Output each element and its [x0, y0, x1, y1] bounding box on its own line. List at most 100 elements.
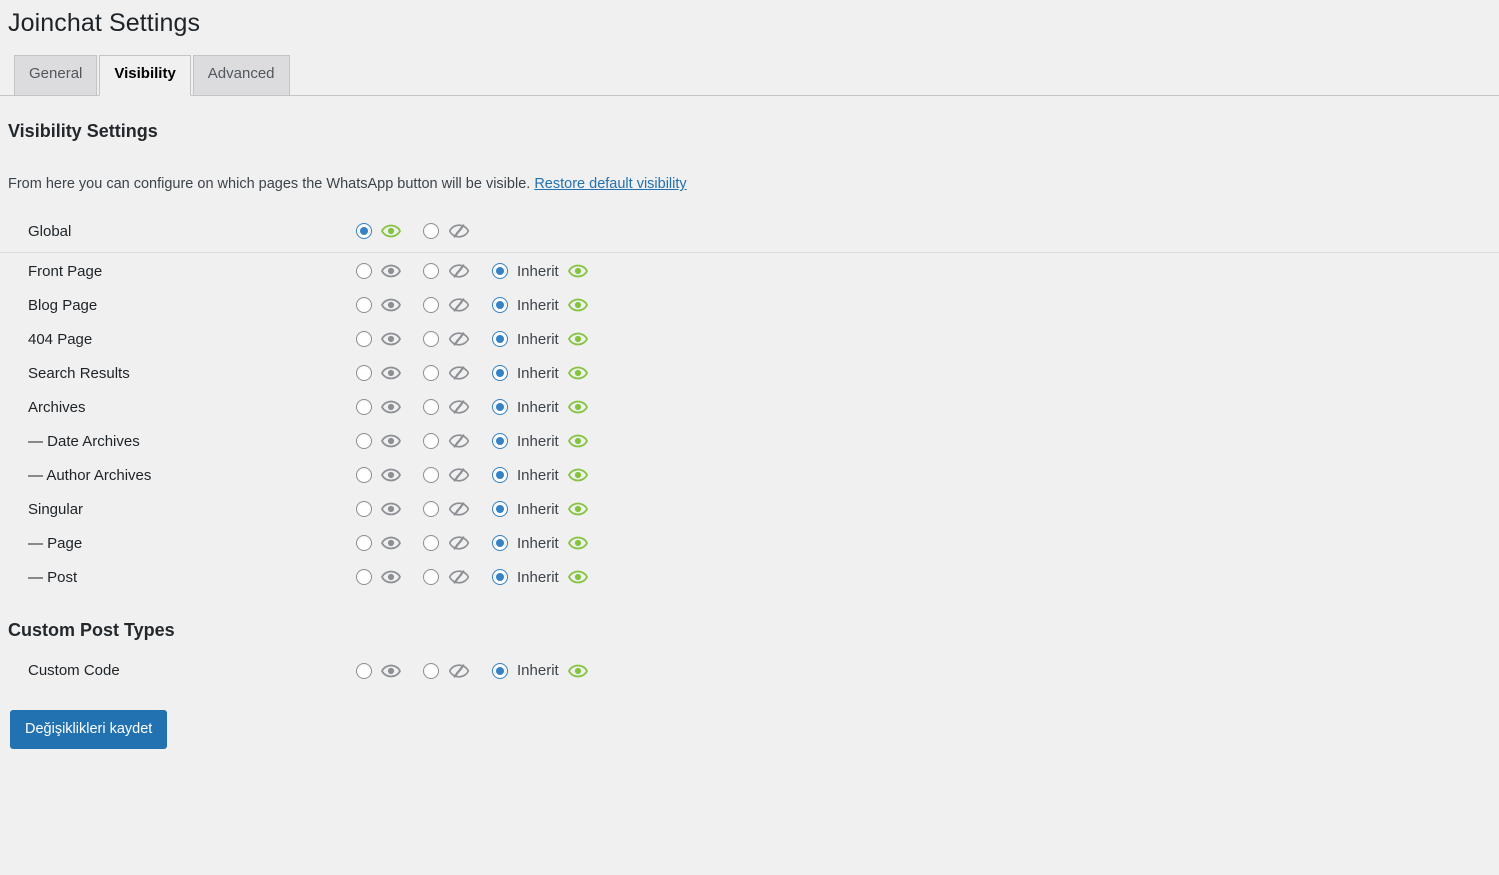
visibility-options: Inherit [356, 532, 1489, 554]
page-title: Joinchat Settings [8, 9, 201, 37]
custom-code-hide-radio[interactable] [423, 662, 439, 679]
author-archives-hide-radio[interactable] [423, 467, 439, 484]
singular-hide-option[interactable] [423, 498, 470, 520]
archives-show-radio[interactable] [356, 399, 372, 416]
eye-icon [381, 431, 401, 451]
search-results-hide-option[interactable] [423, 362, 470, 384]
front-page-hide-radio[interactable] [423, 263, 439, 280]
archives-hide-option[interactable] [423, 396, 470, 418]
date-archives-show-option[interactable] [356, 431, 401, 451]
front-page-show-option[interactable] [356, 261, 401, 281]
front-page-hide-option[interactable] [423, 260, 470, 282]
custom-code-inherit-option[interactable]: Inherit [492, 661, 588, 681]
front-page-show-radio[interactable] [356, 263, 372, 280]
row-label-date-archives: — Date Archives [28, 432, 140, 450]
visibility-settings-table: Global Front Page Inherit Blog Page Inherit 4… [0, 210, 1499, 594]
blog-page-show-radio[interactable] [356, 297, 372, 314]
post-show-radio[interactable] [356, 569, 372, 586]
author-archives-hide-option[interactable] [423, 464, 470, 486]
page-show-radio[interactable] [356, 535, 372, 552]
eye-icon-green [567, 431, 588, 451]
blog-page-show-option[interactable] [356, 295, 401, 315]
404-page-inherit-radio[interactable] [492, 331, 508, 348]
404-page-hide-option[interactable] [423, 328, 470, 350]
eye-icon-green [567, 465, 588, 485]
row-global: Global [0, 210, 1499, 253]
search-results-hide-radio[interactable] [423, 365, 439, 382]
save-changes-button[interactable]: Değişiklikleri kaydet [10, 709, 168, 750]
singular-show-radio[interactable] [356, 501, 372, 518]
post-hide-radio[interactable] [423, 569, 439, 586]
blog-page-hide-option[interactable] [423, 294, 470, 316]
row-label-page: — Page [28, 534, 83, 552]
settings-tabs: General Visibility Advanced [0, 52, 1499, 96]
post-inherit-option[interactable]: Inherit [492, 567, 588, 587]
post-hide-option[interactable] [423, 566, 470, 588]
archives-hide-radio[interactable] [423, 399, 439, 416]
custom-code-hide-option[interactable] [423, 660, 470, 682]
global-hide-radio[interactable] [423, 223, 439, 240]
global-show-option[interactable] [356, 221, 401, 241]
date-archives-inherit-radio[interactable] [492, 433, 508, 450]
eye-slash-icon [448, 430, 470, 452]
tab-visibility[interactable]: Visibility [99, 55, 191, 96]
page-inherit-option[interactable]: Inherit [492, 533, 588, 553]
date-archives-inherit-option[interactable]: Inherit [492, 431, 588, 451]
eye-icon [381, 261, 401, 281]
search-results-inherit-radio[interactable] [492, 365, 508, 382]
global-hide-option[interactable] [423, 220, 470, 242]
404-page-inherit-option[interactable]: Inherit [492, 329, 588, 349]
author-archives-inherit-option[interactable]: Inherit [492, 465, 588, 485]
tab-general[interactable]: General [14, 55, 98, 96]
date-archives-hide-option[interactable] [423, 430, 470, 452]
page-hide-radio[interactable] [423, 535, 439, 552]
blog-page-hide-radio[interactable] [423, 297, 439, 314]
row-controls-blog-page: Inherit [348, 288, 1499, 322]
singular-inherit-radio[interactable] [492, 501, 508, 518]
archives-inherit-radio[interactable] [492, 399, 508, 416]
404-page-show-option[interactable] [356, 329, 401, 349]
blog-page-inherit-radio[interactable] [492, 297, 508, 314]
author-archives-show-option[interactable] [356, 465, 401, 485]
custom-post-types-table: Custom Code Inherit [0, 654, 1499, 688]
author-archives-inherit-radio[interactable] [492, 467, 508, 484]
archives-inherit-option[interactable]: Inherit [492, 397, 588, 417]
custom-code-inherit-radio[interactable] [492, 662, 508, 679]
visibility-options: Inherit [356, 396, 1489, 418]
row-archives: Archives Inherit [0, 390, 1499, 424]
date-archives-hide-radio[interactable] [423, 433, 439, 450]
row-search-results: Search Results Inherit [0, 356, 1499, 390]
date-archives-show-radio[interactable] [356, 433, 372, 450]
archives-show-option[interactable] [356, 397, 401, 417]
singular-hide-radio[interactable] [423, 501, 439, 518]
tab-advanced[interactable]: Advanced [192, 55, 290, 96]
front-page-inherit-option[interactable]: Inherit [492, 261, 588, 281]
eye-icon-green [567, 295, 588, 315]
eye-icon-green [567, 499, 588, 519]
visibility-options: Inherit [356, 328, 1489, 350]
eye-icon [381, 567, 401, 587]
global-show-radio[interactable] [356, 223, 372, 240]
post-show-option[interactable] [356, 567, 401, 587]
post-inherit-radio[interactable] [492, 569, 508, 586]
404-page-show-radio[interactable] [356, 331, 372, 348]
page-inherit-radio[interactable] [492, 535, 508, 552]
row-controls-author-archives: Inherit [348, 458, 1499, 492]
search-results-show-option[interactable] [356, 363, 401, 383]
page-hide-option[interactable] [423, 532, 470, 554]
custom-code-show-option[interactable] [356, 661, 401, 681]
row-label-author-archives: — Author Archives [28, 466, 152, 484]
page-show-option[interactable] [356, 533, 401, 553]
custom-code-show-radio[interactable] [356, 662, 372, 679]
404-page-hide-radio[interactable] [423, 331, 439, 348]
search-results-inherit-option[interactable]: Inherit [492, 363, 588, 383]
restore-default-visibility-link[interactable]: Restore default visibility [534, 176, 686, 192]
singular-show-option[interactable] [356, 499, 401, 519]
search-results-show-radio[interactable] [356, 365, 372, 382]
author-archives-show-radio[interactable] [356, 467, 372, 484]
blog-page-inherit-option[interactable]: Inherit [492, 295, 588, 315]
singular-inherit-option[interactable]: Inherit [492, 499, 588, 519]
front-page-inherit-radio[interactable] [492, 263, 508, 280]
section-heading: Visibility Settings [8, 120, 158, 141]
eye-icon [381, 499, 401, 519]
